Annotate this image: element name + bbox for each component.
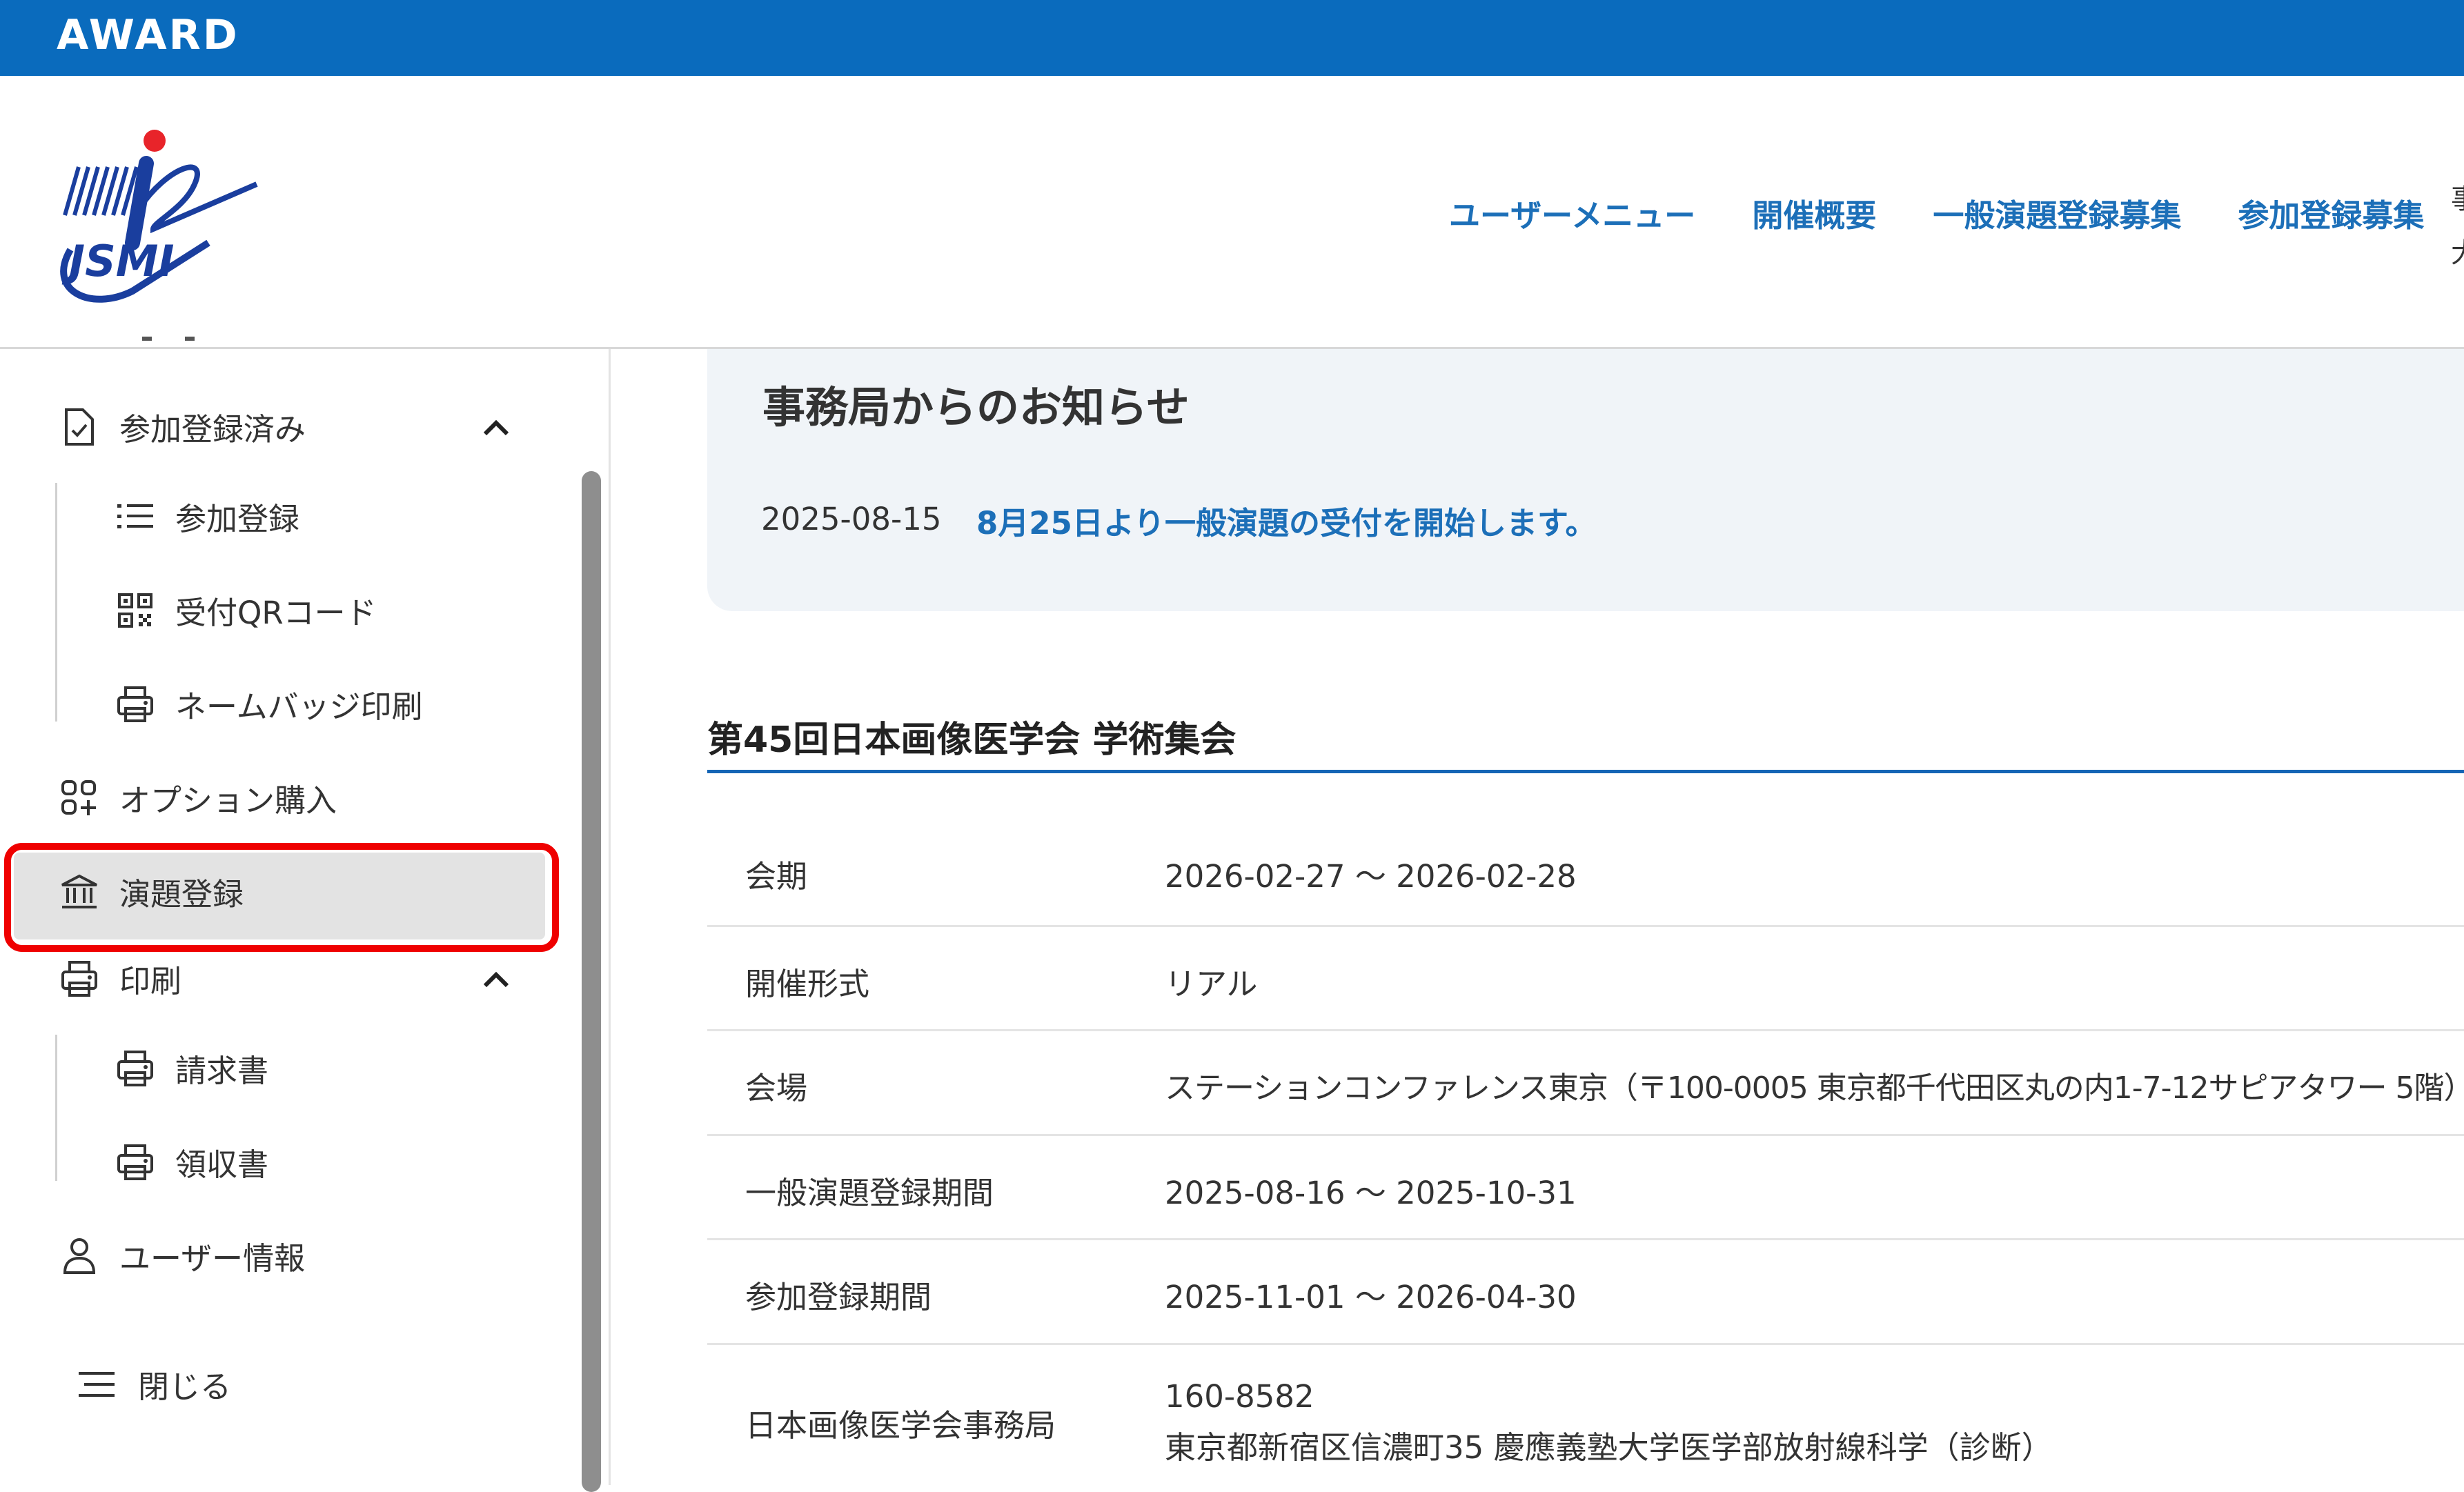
cut-off-item xyxy=(104,337,235,352)
notice-date: 2025-08-15 xyxy=(761,501,942,537)
sidebar-item-qr-code[interactable]: 受付QRコード xyxy=(115,588,377,633)
printer-icon xyxy=(59,958,100,999)
nav-registration-call[interactable]: 参加登録募集 xyxy=(2238,190,2424,235)
event-title-divider xyxy=(707,770,2464,773)
chevron-up-icon[interactable] xyxy=(478,962,514,998)
nav-abstract-call[interactable]: 一般演題登録募集 xyxy=(1933,190,2181,235)
event-info-row: 開催形式 リアル xyxy=(707,927,2464,1031)
submenu-guide-line xyxy=(55,483,57,722)
submenu-guide-line xyxy=(55,1035,57,1181)
event-info-row: 会場 ステーションコンファレンス東京（〒100-0005 東京都千代田区丸の内1… xyxy=(707,1031,2464,1136)
row-value-line1: 160-8582 xyxy=(1165,1378,1314,1415)
sidebar-item-label: 印刷 xyxy=(119,963,182,999)
menu-icon xyxy=(77,1364,119,1405)
row-label: 日本画像医学会事務局 xyxy=(745,1407,1056,1444)
notice-title: 事務局からのお知らせ xyxy=(762,382,1190,432)
sidebar-close-button[interactable]: 閉じる xyxy=(77,1362,231,1406)
top-navigation: ユーザーメニュー 開催概要 一般演題登録募集 参加登録募集 xyxy=(1449,190,2464,235)
sidebar-item-participation-done[interactable]: 参加登録済み xyxy=(59,404,306,449)
nav-user-menu[interactable]: ユーザーメニュー xyxy=(1449,190,1695,235)
sidebar-close-label: 閉じる xyxy=(138,1369,232,1405)
jsmi-logo[interactable]: JSMI xyxy=(50,126,264,312)
row-value: 2025-11-01 〜 2026-04-30 xyxy=(1165,1279,1577,1315)
row-value-line2: 東京都新宿区信濃町35 慶應義塾大学医学部放射線科学（診断） xyxy=(1165,1429,2053,1466)
sidebar-item-invoice[interactable]: 請求書 xyxy=(115,1046,268,1091)
brand-logo-text[interactable]: AWARD xyxy=(57,11,239,59)
row-label: 開催形式 xyxy=(745,966,870,1002)
row-value: 2025-08-16 〜 2025-10-31 xyxy=(1165,1175,1577,1211)
event-info-row: 日本画像医学会事務局 160-8582 東京都新宿区信濃町35 慶應義塾大学医学… xyxy=(707,1345,2464,1485)
event-info-row: 参加登録期間 2025-11-01 〜 2026-04-30 xyxy=(707,1240,2464,1345)
nav-event-overview[interactable]: 開催概要 xyxy=(1752,190,1876,235)
sidebar-item-label: ユーザー情報 xyxy=(119,1240,306,1277)
sidebar-item-receipt[interactable]: 領収書 xyxy=(115,1140,268,1184)
site-header: JSMI ユーザーメニュー 開催概要 一般演題登録募集 参加登録募集 事大 xyxy=(0,76,2464,349)
sidebar-item-registration[interactable]: 参加登録 xyxy=(115,494,299,539)
row-value: 2026-02-27 〜 2026-02-28 xyxy=(1165,858,1577,895)
list-icon xyxy=(115,496,156,537)
top-bar: AWARD xyxy=(0,0,2464,76)
printer-icon xyxy=(115,1048,156,1089)
row-label: 会期 xyxy=(745,858,808,895)
event-title: 第45回日本画像医学会 学術集会 xyxy=(707,719,1236,761)
row-value: リアル xyxy=(1165,966,1258,1002)
row-label: 一般演題登録期間 xyxy=(745,1175,994,1211)
sidebar-item-print[interactable]: 印刷 xyxy=(59,956,181,1001)
sidebar-item-label: 受付QRコード xyxy=(175,595,377,631)
row-label: 会場 xyxy=(745,1070,808,1106)
sidebar-scrollbar[interactable] xyxy=(582,471,601,1492)
sidebar-item-user-info[interactable]: ユーザー情報 xyxy=(59,1233,305,1278)
sidebar-item-label: 参加登録 xyxy=(175,501,300,537)
highlight-box xyxy=(4,843,559,952)
apps-plus-icon xyxy=(59,777,100,819)
sidebar-item-label: ネームバッジ印刷 xyxy=(175,688,423,725)
user-icon xyxy=(59,1235,100,1277)
event-info-row: 会期 2026-02-27 〜 2026-02-28 xyxy=(707,804,2464,927)
row-label: 参加登録期間 xyxy=(745,1279,932,1315)
sidebar-item-label: 領収書 xyxy=(175,1146,269,1183)
sidebar-item-label: オプション購入 xyxy=(119,782,337,819)
printer-icon xyxy=(115,684,156,725)
sidebar-item-option-purchase[interactable]: オプション購入 xyxy=(59,775,337,820)
nav-overflow-text: 事大 xyxy=(2451,172,2464,280)
row-value: ステーションコンファレンス東京（〒100-0005 東京都千代田区丸の内1-7-… xyxy=(1165,1071,2464,1106)
sidebar-item-label: 請求書 xyxy=(175,1053,269,1089)
notice-link[interactable]: 8月25日より一般演題の受付を開始します。 xyxy=(976,498,1597,543)
sidebar-item-label: 参加登録済み xyxy=(119,411,306,448)
qr-code-icon xyxy=(115,590,156,631)
printer-icon xyxy=(115,1142,156,1183)
sidebar-item-name-badge[interactable]: ネームバッジ印刷 xyxy=(115,682,423,726)
chevron-up-icon[interactable] xyxy=(478,410,514,446)
document-check-icon xyxy=(59,406,100,448)
event-info-row: 一般演題登録期間 2025-08-16 〜 2025-10-31 xyxy=(707,1136,2464,1240)
